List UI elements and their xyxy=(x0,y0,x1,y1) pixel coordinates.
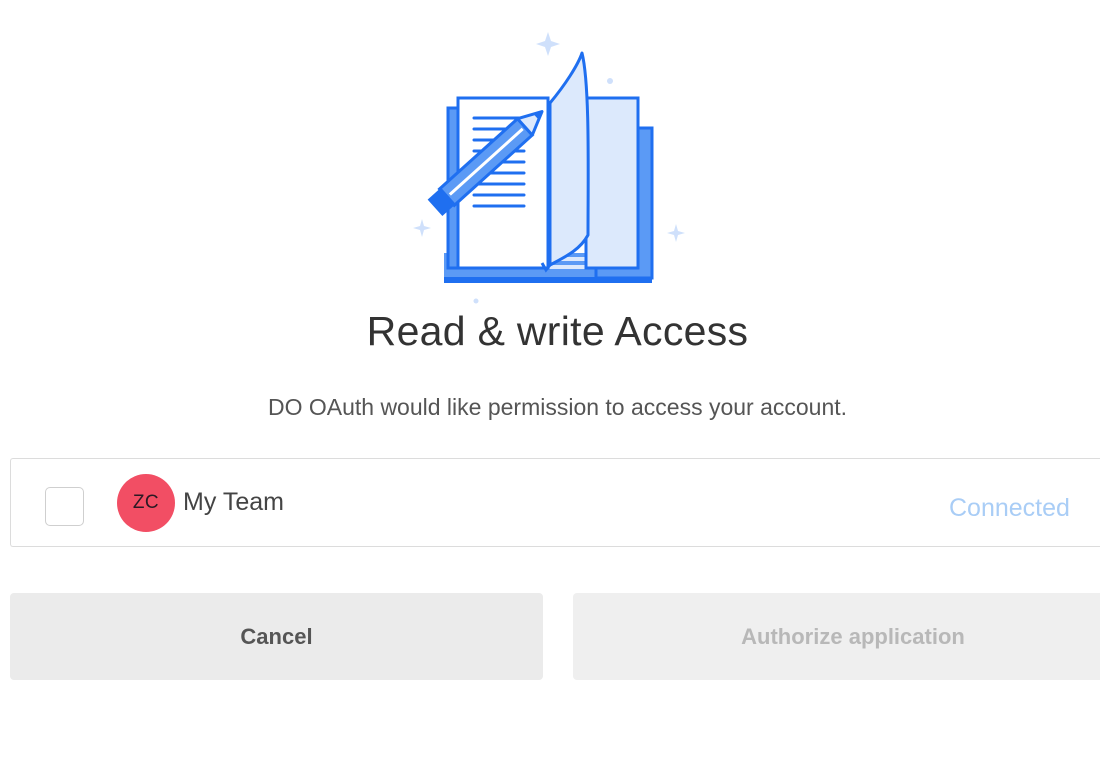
page-title: Read & write Access xyxy=(366,308,749,354)
team-row[interactable]: ZC My Team Connected xyxy=(10,458,1100,547)
connection-status: Connected xyxy=(949,494,1070,522)
oauth-consent-page: Read & write Access DO OAuth would like … xyxy=(0,0,1100,763)
authorize-button[interactable]: Authorize application xyxy=(573,593,1100,680)
team-name: My Team xyxy=(183,488,284,516)
book-and-pencil-icon xyxy=(413,32,685,304)
permission-description: DO OAuth would like permission to access… xyxy=(267,394,848,420)
team-avatar: ZC xyxy=(117,474,175,532)
team-checkbox[interactable] xyxy=(45,487,84,526)
cancel-button[interactable]: Cancel xyxy=(10,593,543,680)
